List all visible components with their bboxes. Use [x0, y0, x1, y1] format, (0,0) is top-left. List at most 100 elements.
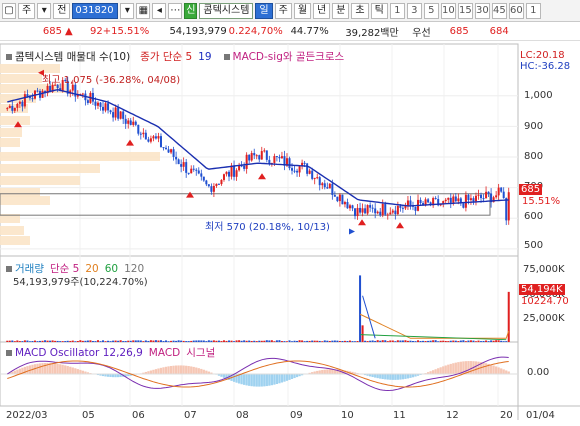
candle-body	[374, 208, 377, 214]
volume-bar	[54, 340, 57, 342]
macd-osc-bar	[434, 369, 437, 374]
macd-osc-bar	[464, 361, 468, 374]
candle-body	[500, 187, 503, 192]
macd-osc-bar	[202, 369, 205, 374]
macd-osc-bar	[437, 368, 440, 374]
volume-bar	[233, 341, 236, 342]
volume-bar	[338, 340, 341, 342]
volume-bar	[147, 340, 150, 342]
candle-body	[152, 136, 155, 139]
volume-bar	[260, 340, 263, 342]
candle-body	[348, 205, 351, 209]
volume-bar	[69, 340, 72, 342]
candle-body	[472, 198, 475, 202]
volume-bar	[175, 340, 178, 342]
macd-osc-bar	[432, 370, 435, 374]
candle-body	[162, 147, 165, 149]
macd-osc-bar	[205, 370, 208, 374]
volume-bar	[253, 340, 256, 342]
volume-bar	[432, 340, 435, 342]
volume-bar	[356, 341, 359, 342]
macd-osc-bar	[66, 366, 69, 374]
volume-bar	[303, 341, 306, 342]
macd-osc-bar	[495, 366, 498, 374]
macd-osc-bar	[268, 374, 271, 386]
volume-bar	[396, 340, 399, 342]
volume-bar	[399, 340, 402, 342]
macd-osc-bar	[195, 367, 198, 374]
candle-body	[41, 90, 44, 98]
macd-osc-bar	[391, 374, 394, 380]
macd-osc-bar	[404, 374, 407, 379]
candle-body	[505, 198, 508, 221]
macd-osc-bar	[79, 369, 82, 374]
volume-bar	[212, 340, 215, 342]
macd-osc-bar	[167, 366, 170, 374]
golden-cross-marker	[126, 139, 134, 146]
volume-bar	[11, 340, 14, 342]
candle-body	[291, 168, 294, 171]
volume-bar	[298, 340, 301, 342]
macd-osc-bar	[185, 365, 188, 374]
macd-osc-bar	[56, 363, 59, 374]
volume-bar	[326, 340, 329, 342]
volume-bar	[51, 340, 54, 342]
volume-bar	[205, 341, 208, 342]
macd-osc-bar	[500, 368, 503, 374]
volume-bar	[280, 341, 283, 342]
candle-body	[414, 206, 417, 211]
macd-handle-icon[interactable]	[6, 349, 12, 356]
volume-bar	[172, 340, 175, 342]
candle-body	[122, 111, 125, 119]
candle-body	[447, 197, 450, 200]
volume-bar	[8, 340, 11, 342]
volume-bar	[36, 341, 39, 342]
panel-handle-icon[interactable]	[6, 53, 12, 60]
volume-bar	[406, 340, 409, 342]
candle-body	[265, 150, 268, 160]
golden-cross-marker	[186, 191, 194, 198]
candle-body	[250, 153, 253, 161]
candle-body	[507, 192, 510, 221]
macd-osc-bar	[51, 363, 54, 374]
volume-bar	[439, 340, 442, 342]
x-tick-11: 11	[393, 410, 406, 421]
volume-bar	[346, 340, 349, 342]
macd-osc-bar	[162, 367, 165, 374]
macd-osc-title: MACD Oscillator 12,26,9	[15, 346, 143, 359]
macd-osc-bar	[489, 364, 493, 374]
volume-bar	[348, 340, 351, 342]
volume-handle-icon[interactable]	[6, 265, 12, 272]
volume-bar	[245, 340, 248, 342]
candle-body	[11, 105, 14, 111]
volume-bar	[159, 340, 162, 342]
candle-body	[485, 191, 488, 199]
candle-body	[13, 107, 16, 111]
indicator-handle-icon[interactable]	[223, 53, 230, 60]
candle-body	[137, 124, 140, 134]
macd-osc-bar	[278, 374, 281, 384]
price-tick-800: 800	[524, 151, 544, 162]
macd-osc-bar	[409, 374, 412, 378]
volume-bar	[84, 340, 87, 342]
volume-bar	[139, 340, 142, 342]
candle-body	[154, 136, 157, 139]
volume-current-tag: 54,194K	[519, 284, 565, 295]
macd-osc-bar	[71, 367, 74, 374]
volume-bar	[429, 340, 432, 342]
macd-osc-bar	[187, 366, 190, 374]
volume-bar	[102, 340, 105, 342]
volume-bar	[464, 341, 467, 342]
macd-osc-bar	[76, 369, 79, 374]
candle-body	[167, 149, 170, 153]
price-band-box	[0, 193, 491, 216]
candle-body	[263, 150, 266, 152]
volume-bar	[76, 341, 79, 342]
volume-bar	[444, 340, 447, 342]
candle-body	[212, 185, 215, 192]
macd-osc-bar	[154, 369, 158, 374]
macd-osc-bar	[255, 374, 258, 387]
volume-bar	[374, 340, 377, 342]
candle-body	[215, 183, 218, 186]
price-ma-period: 19	[198, 50, 212, 63]
